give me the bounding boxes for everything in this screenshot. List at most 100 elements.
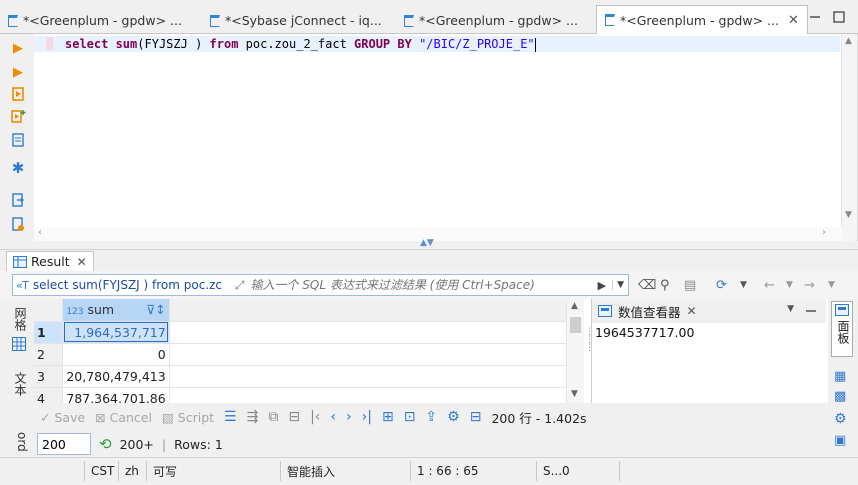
editor-tab-active[interactable]: *<Greenplum - gpdw> ... ✕ — [596, 5, 808, 34]
filter-box[interactable]: «T select sum(FYJSZJ ) from poc.zc ⤢ ▶ ▼ — [12, 274, 629, 296]
chevron-down-icon[interactable]: ▼ — [828, 277, 835, 293]
toggle-panel-icon[interactable]: ▣ — [834, 433, 846, 448]
result-grid[interactable]: 123 sum ⊽↕ 1 1,964,537,717 2 0 3 20,780,… — [34, 299, 584, 403]
execute-statement-icon[interactable]: ▶ — [10, 40, 26, 56]
forward-icon[interactable]: → — [804, 277, 815, 293]
editor-tab-1[interactable]: *<Greenplum - gpdw> ... — [8, 7, 182, 34]
value-viewer-panel: 数值查看器 ✕ ▼ 1964537717.00 — [591, 299, 826, 403]
script-label: Script — [177, 409, 215, 425]
sql-token: GROUP — [354, 37, 391, 51]
filter-history-icon[interactable]: ▼ — [612, 280, 628, 290]
fetch-size-input[interactable] — [37, 433, 91, 455]
table-cell[interactable]: 1,964,537,717 — [62, 321, 170, 344]
result-tab[interactable]: Result ✕ — [6, 251, 94, 271]
add-row-icon[interactable]: ⇶ — [247, 409, 259, 425]
copy-row-icon[interactable]: ⧉ — [268, 409, 278, 425]
editor-horizontal-scrollbar[interactable]: ‹ › — [34, 227, 842, 241]
row-number[interactable]: 3 — [34, 365, 64, 388]
last-page-icon[interactable]: ›| — [362, 409, 372, 425]
sql-code-line[interactable]: select sum(FYJSZJ ) from poc.zou_2_fact … — [65, 36, 536, 52]
row-number[interactable]: 2 — [34, 343, 64, 366]
edit-row-icon[interactable]: ☰ — [224, 409, 237, 425]
editor-tab-3[interactable]: *<Greenplum - gpdw> ... — [404, 7, 578, 34]
toggle-filter-icon[interactable]: ▤ — [684, 277, 696, 293]
table-row[interactable]: 2 0 — [34, 343, 584, 366]
apply-filter-icon[interactable]: ▶ — [598, 279, 612, 292]
grid-icon[interactable] — [12, 337, 26, 354]
scroll-up-icon[interactable]: ▲ — [571, 301, 578, 311]
selected-cell-value[interactable]: 1964537717.00 — [595, 325, 694, 340]
refresh-icon[interactable]: ⟲ — [99, 435, 112, 453]
record-view-tab[interactable]: ord — [9, 429, 29, 455]
columns-icon[interactable]: ▩ — [834, 389, 846, 404]
query-icon: «T — [16, 278, 29, 292]
scroll-down-icon[interactable]: ▼ — [571, 389, 578, 399]
table-cell[interactable]: 787,364,701.86 — [62, 387, 170, 403]
next-page-icon[interactable]: › — [346, 409, 352, 425]
settings-icon[interactable]: ⚙ — [834, 411, 847, 427]
grid-vertical-scrollbar[interactable]: ▲ ▼ — [566, 299, 584, 403]
cancel-button[interactable]: ⊠ Cancel — [95, 410, 152, 425]
panels-tab[interactable]: 面板 — [831, 301, 853, 357]
fetch-all-icon[interactable]: ⊡ — [404, 409, 416, 425]
table-row[interactable]: 3 20,780,479,413 — [34, 365, 584, 388]
back-icon[interactable]: ← — [764, 277, 775, 293]
chevron-down-icon[interactable]: ▼ — [740, 277, 747, 293]
delete-row-icon[interactable]: ⊟ — [288, 409, 300, 425]
filter-input[interactable] — [244, 278, 598, 292]
pane-splitter[interactable]: ▲▼ — [0, 238, 858, 249]
save-button[interactable]: ✓ Save — [40, 410, 85, 425]
filter-settings-icon[interactable]: ⚲ — [660, 277, 670, 293]
grid-view-tab[interactable]: 网格 — [9, 307, 29, 331]
fetch-next-button[interactable]: 200+ — [120, 437, 154, 452]
export-icon[interactable]: ⇪ — [425, 409, 437, 425]
gear-icon[interactable]: ✱ — [10, 160, 26, 176]
execute-script-icon[interactable] — [10, 86, 26, 102]
refresh-icon[interactable]: ⟳ — [716, 277, 727, 293]
editor-vertical-scrollbar[interactable]: ▲ ▼ — [841, 34, 857, 241]
close-icon[interactable]: ✕ — [687, 304, 697, 318]
minimize-icon[interactable] — [804, 304, 818, 318]
editor-tab-bar: *<Greenplum - gpdw> ... *<Sybase jConnec… — [0, 0, 858, 34]
table-cell[interactable]: 0 — [62, 343, 170, 366]
export-icon[interactable] — [10, 192, 26, 208]
sort-filter-icon[interactable]: ⊽↕ — [146, 302, 166, 317]
table-cell[interactable]: 20,780,479,413 — [62, 365, 170, 388]
script-button[interactable]: ▧ Script — [162, 410, 214, 425]
result-tab-label: Result — [31, 254, 70, 269]
row-number[interactable]: 4 — [34, 387, 64, 403]
collapse-arrows-icon[interactable]: ▲▼ — [420, 238, 434, 248]
gear-icon[interactable]: ⚙ — [447, 409, 460, 425]
load-script-icon[interactable] — [10, 216, 26, 232]
execute-in-new-tab-icon[interactable]: ▶ — [10, 64, 26, 80]
results-action-toolbar: ✓ Save ⊠ Cancel ▧ Script ☰ ⇶ ⧉ ⊟ |‹ ‹ › … — [34, 403, 828, 431]
clear-filter-icon[interactable]: ⌫ — [638, 277, 656, 293]
scroll-thumb[interactable] — [570, 317, 581, 333]
scroll-left-icon[interactable]: ‹ — [38, 227, 42, 238]
table-row[interactable]: 4 787,364,701.86 — [34, 387, 584, 403]
editor-tab-2[interactable]: *<Sybase jConnect - iq... — [210, 7, 382, 34]
previous-page-icon[interactable]: ‹ — [330, 409, 336, 425]
scroll-up-icon[interactable]: ▲ — [845, 36, 852, 46]
explain-plan-icon[interactable] — [10, 132, 26, 148]
text-view-tab[interactable]: 文本 — [9, 371, 29, 397]
maximize-icon[interactable] — [832, 10, 846, 24]
chevron-down-icon[interactable]: ▼ — [786, 277, 793, 293]
row-number[interactable]: 1 — [34, 321, 64, 344]
grid-layout-icon[interactable]: ▦ — [834, 369, 846, 384]
scroll-down-icon[interactable]: ▼ — [845, 210, 852, 220]
chevron-down-icon[interactable]: ▼ — [787, 304, 794, 314]
close-icon[interactable]: ✕ — [77, 255, 87, 269]
scroll-right-icon[interactable]: › — [822, 227, 826, 238]
result-side-toolbar: 面板 ▦ ▩ ⚙ ▣ — [828, 299, 858, 457]
column-header-sum[interactable]: 123 sum ⊽↕ — [62, 299, 170, 322]
execute-script-new-tab-icon[interactable] — [10, 108, 26, 124]
sql-editor[interactable]: select sum(FYJSZJ ) from poc.zou_2_fact … — [34, 34, 858, 241]
close-icon[interactable]: ✕ — [788, 13, 799, 28]
result-view-tabs: 网格 文本 ord — [0, 299, 34, 457]
fetch-page-icon[interactable]: ⊞ — [382, 409, 394, 425]
table-row[interactable]: 1 1,964,537,717 — [34, 321, 584, 344]
expand-icon[interactable]: ⤢ — [235, 278, 245, 293]
minimize-icon[interactable] — [808, 10, 822, 24]
first-page-icon[interactable]: |‹ — [310, 409, 320, 425]
